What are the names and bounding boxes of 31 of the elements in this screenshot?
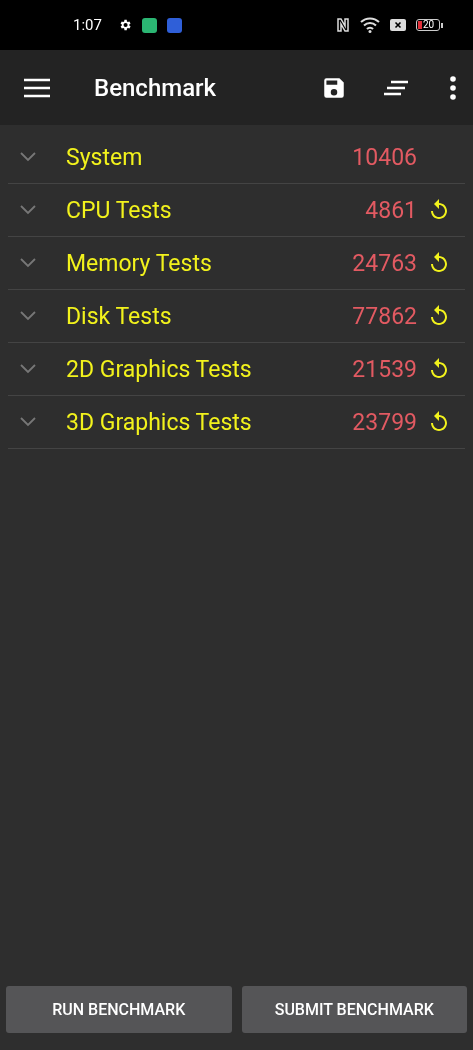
- chevron-down-icon[interactable]: [20, 152, 36, 162]
- submit-benchmark-button[interactable]: SUBMIT BENCHMARK: [241, 986, 467, 1033]
- more-options-icon[interactable]: [449, 75, 457, 100]
- toolbar-title: Benchmark: [94, 73, 218, 102]
- chevron-down-icon[interactable]: [20, 417, 36, 427]
- test-name: Memory Tests: [66, 249, 213, 277]
- chevron-down-icon[interactable]: [20, 311, 36, 321]
- test-score: 21539: [352, 355, 417, 383]
- test-score: 77862: [352, 302, 417, 330]
- test-name: 3D Graphics Tests: [66, 408, 253, 436]
- wifi-icon: [360, 17, 380, 33]
- test-score: 24763: [352, 249, 417, 277]
- test-name: Disk Tests: [66, 302, 173, 330]
- chevron-down-icon[interactable]: [20, 258, 36, 268]
- chevron-down-icon[interactable]: [20, 364, 36, 374]
- test-score: 10406: [352, 143, 417, 171]
- clock: 1:07: [73, 16, 102, 34]
- test-name: System: [66, 143, 144, 171]
- nfc-icon: [336, 18, 350, 32]
- app-notification-icon: [141, 17, 157, 33]
- test-name: CPU Tests: [66, 196, 173, 224]
- run-benchmark-button[interactable]: RUN BENCHMARK: [6, 986, 232, 1033]
- sort-icon[interactable]: [383, 79, 409, 96]
- chevron-down-icon[interactable]: [20, 205, 36, 215]
- app-notification-icon: [166, 17, 182, 33]
- test-name: 2D Graphics Tests: [66, 355, 253, 383]
- menu-icon[interactable]: [24, 77, 50, 98]
- no-sim-icon: [390, 19, 406, 31]
- battery-indicator: 20: [416, 19, 443, 31]
- test-score: 23799: [352, 408, 417, 436]
- test-score: 4861: [365, 196, 417, 224]
